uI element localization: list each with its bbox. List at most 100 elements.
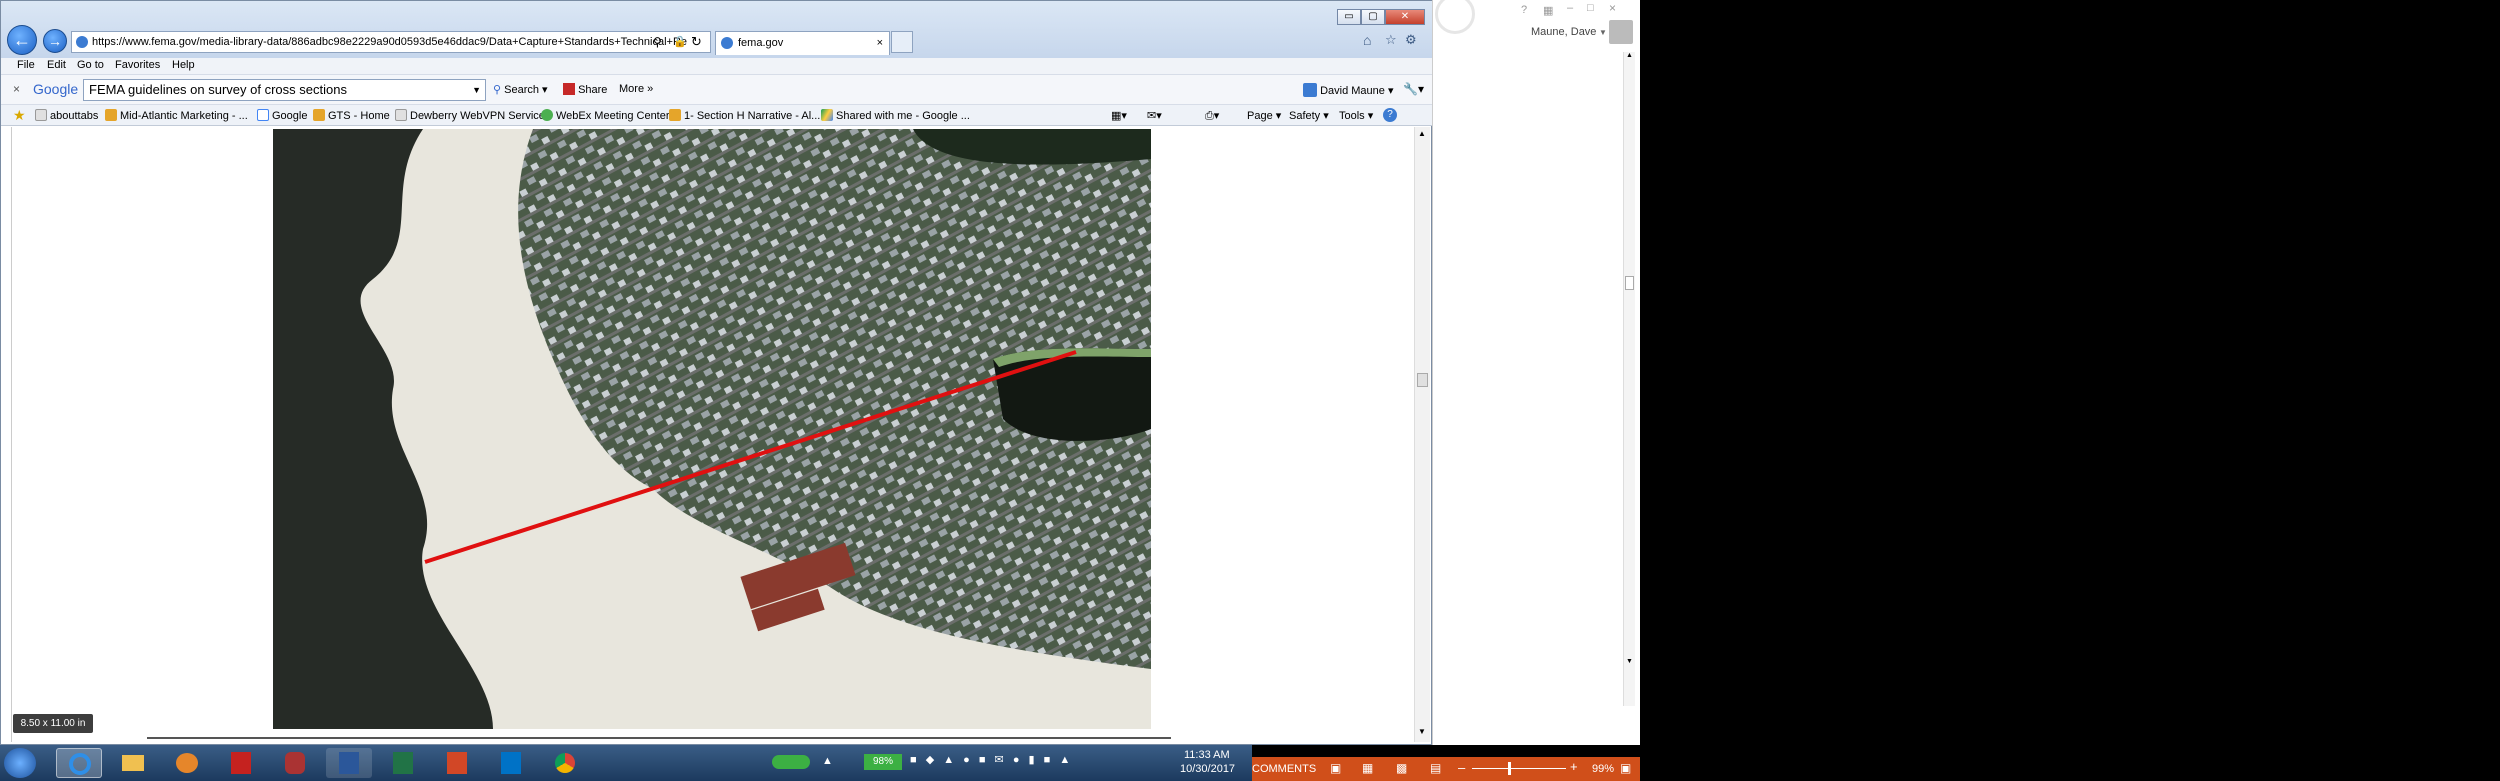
address-bar[interactable]: https://www.fema.gov/media-library-data/…	[71, 31, 711, 53]
taskbar-ie[interactable]	[56, 748, 102, 778]
restore-icon[interactable]: □	[1587, 2, 1594, 14]
address-url: https://www.fema.gov/media-library-data/…	[92, 36, 688, 48]
fav-item[interactable]: GTS - Home	[313, 109, 390, 122]
folder-icon	[669, 109, 681, 121]
minimize-icon[interactable]: –	[1567, 2, 1573, 14]
wrench-icon[interactable]: 🔧▾	[1403, 82, 1424, 96]
fav-item[interactable]: 1- Section H Narrative - Al...	[669, 109, 820, 122]
minimize-button[interactable]: ▭	[1337, 9, 1361, 25]
toolbar-close-icon[interactable]: ×	[13, 82, 20, 96]
favorites-star-icon[interactable]: ☆	[1385, 32, 1397, 48]
taskbar-acrobat[interactable]	[218, 748, 264, 778]
print-icon[interactable]: ⎙▾	[1205, 109, 1219, 123]
scroll-thumb[interactable]	[1417, 373, 1428, 387]
maximize-button[interactable]: ▢	[1361, 9, 1385, 25]
side-pane-scrollbar[interactable]: ▲ ▼	[1623, 52, 1635, 706]
help-icon[interactable]: ?	[1383, 108, 1397, 122]
menu-favorites[interactable]: Favorites	[115, 59, 160, 71]
read-mode-icon[interactable]: ▦	[1362, 761, 1373, 775]
fav-item[interactable]: abouttabs	[35, 109, 98, 122]
ribbon-display-icon[interactable]: ▦	[1543, 4, 1553, 17]
taskbar-powerpoint[interactable]	[434, 748, 480, 778]
vertical-scrollbar[interactable]: ▲ ▼	[1414, 127, 1430, 742]
scroll-down-icon[interactable]: ▼	[1626, 658, 1633, 665]
taskbar-word[interactable]	[326, 748, 372, 778]
tab-favicon	[721, 37, 733, 49]
chevron-down-icon[interactable]: ▼	[472, 80, 481, 100]
zoom-thumb[interactable]	[1508, 762, 1511, 775]
menu-go-to[interactable]: Go to	[77, 59, 104, 71]
comments-label[interactable]: COMMENTS	[1252, 763, 1316, 775]
fav-item[interactable]: Google	[257, 109, 307, 122]
safety-menu[interactable]: Safety ▾	[1289, 109, 1329, 122]
back-button[interactable]: ←	[7, 25, 37, 55]
feeds-icon[interactable]: ▦▾	[1111, 109, 1127, 122]
drive-icon	[821, 109, 833, 121]
scroll-down-icon[interactable]: ▼	[1418, 727, 1426, 736]
gear-icon[interactable]: ⚙	[1405, 32, 1417, 48]
print-layout-icon[interactable]: ▩	[1396, 761, 1407, 775]
refresh-icon[interactable]: ↻	[691, 34, 702, 50]
menu-file[interactable]: File	[17, 59, 35, 71]
outlook-icon	[501, 752, 521, 774]
taskbar-chrome[interactable]	[542, 748, 588, 778]
scroll-up-icon[interactable]: ▲	[1418, 129, 1426, 138]
start-button[interactable]	[4, 748, 36, 778]
fav-item[interactable]: Mid-Atlantic Marketing - ...	[105, 109, 248, 122]
more-button[interactable]: More »	[619, 83, 653, 95]
page-icon	[35, 109, 47, 121]
clock-time[interactable]: 11:33 AM	[1184, 749, 1230, 761]
pdf-icon	[231, 752, 251, 774]
scroll-thumb[interactable]	[1625, 276, 1634, 290]
zoom-slider[interactable]	[1472, 768, 1566, 769]
browser-titlebar: ← → https://www.fema.gov/media-library-d…	[1, 1, 1433, 58]
page-icon	[76, 36, 88, 48]
fav-item[interactable]: WebEx Meeting Center	[541, 109, 670, 122]
ie-icon	[69, 753, 91, 775]
language-indicator[interactable]	[772, 755, 810, 769]
windows-taskbar: ▲ 98% ■ ◆ ▲ ● ■ ✉ ● ▮ ■ ▲ 11:33 AM 10/30…	[0, 745, 1252, 781]
zoom-in-icon[interactable]: +	[1570, 759, 1578, 774]
close-icon[interactable]: ×	[1609, 1, 1616, 15]
zoom-out-icon[interactable]: –	[1458, 760, 1465, 775]
home-icon[interactable]: ⌂	[1363, 32, 1371, 48]
chevron-down-icon[interactable]: ▼	[1599, 28, 1607, 37]
taskbar-explorer[interactable]	[110, 748, 156, 778]
taskbar-app[interactable]	[272, 748, 318, 778]
fav-item[interactable]: Shared with me - Google ...	[821, 109, 970, 122]
zoom-level[interactable]: 99%	[1592, 763, 1614, 775]
google-search-button[interactable]: ⚲ Search ▾	[493, 83, 548, 96]
menu-edit[interactable]: Edit	[47, 59, 66, 71]
account-user-name[interactable]: Maune, Dave	[1531, 26, 1596, 38]
menu-help[interactable]: Help	[172, 59, 195, 71]
tray-toggle-icon[interactable]: ▲	[822, 755, 833, 767]
taskbar-excel[interactable]	[380, 748, 426, 778]
google-search-query: FEMA guidelines on survey of cross secti…	[89, 82, 347, 97]
scroll-up-icon[interactable]: ▲	[1626, 52, 1633, 59]
forward-button[interactable]: →	[43, 29, 67, 53]
favorites-star-icon[interactable]: ★	[13, 107, 26, 124]
taskbar-media[interactable]	[164, 748, 210, 778]
tray-icons[interactable]: ■ ◆ ▲ ● ■ ✉ ● ▮ ■ ▲	[910, 753, 1073, 766]
page-menu[interactable]: Page ▾	[1247, 109, 1281, 122]
avatar[interactable]	[1609, 20, 1633, 44]
comment-icon[interactable]: ▣	[1330, 761, 1341, 775]
tab-close-icon[interactable]: ×	[877, 32, 883, 54]
read-mail-icon[interactable]: ✉▾	[1147, 109, 1162, 122]
gts-icon	[313, 109, 325, 121]
google-search-input[interactable]: FEMA guidelines on survey of cross secti…	[83, 79, 486, 101]
word-side-pane: ? ▦ – □ × Maune, Dave ▼ ▲ ▼	[1432, 0, 1640, 745]
search-icon[interactable]: ⚲	[653, 35, 662, 49]
clock-date[interactable]: 10/30/2017	[1180, 763, 1235, 775]
new-tab-button[interactable]	[891, 31, 913, 53]
tab-fema[interactable]: fema.gov ×	[715, 31, 890, 55]
close-button[interactable]: ✕	[1385, 9, 1425, 25]
web-layout-icon[interactable]: ▤	[1430, 761, 1441, 775]
zoom-fit-icon[interactable]: ▣	[1620, 761, 1631, 775]
fav-item[interactable]: Dewberry WebVPN Service	[395, 109, 545, 122]
user-account-menu[interactable]: David Maune ▾	[1303, 83, 1393, 97]
taskbar-outlook[interactable]	[488, 748, 534, 778]
help-icon[interactable]: ?	[1521, 4, 1527, 16]
share-button[interactable]: Share	[563, 83, 607, 96]
tools-menu[interactable]: Tools ▾	[1339, 109, 1373, 122]
